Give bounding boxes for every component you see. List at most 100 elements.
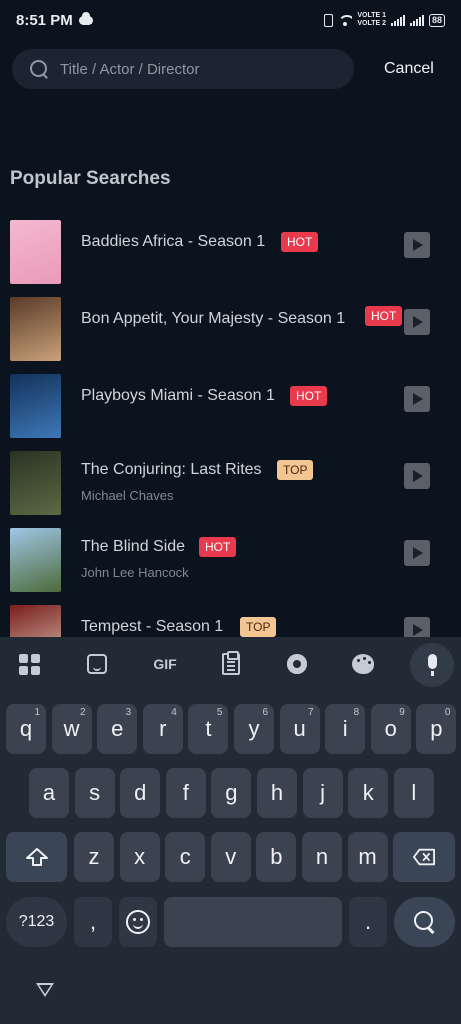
status-time: 8:51 PM	[16, 11, 73, 29]
key-j[interactable]: j	[302, 768, 343, 818]
key-number-hint: 8	[353, 707, 360, 718]
gif-button[interactable]: GIF	[150, 651, 180, 677]
shift-icon	[25, 848, 48, 866]
sticker-icon[interactable]	[84, 651, 110, 677]
key-k[interactable]: k	[348, 768, 389, 818]
key-o[interactable]: o9	[370, 704, 411, 754]
volte-indicator: VOLTE 1 VOLTE 2	[357, 12, 386, 28]
search-input[interactable]	[60, 60, 330, 78]
key-label: w	[63, 716, 80, 741]
status-indicators: VOLTE 1 VOLTE 2 88	[324, 12, 445, 28]
emoji-key[interactable]	[119, 897, 157, 947]
item-director: John Lee Hancock	[81, 565, 189, 580]
key-label: t	[205, 716, 212, 741]
key-u[interactable]: u7	[279, 704, 320, 754]
vibrate-icon	[324, 13, 334, 27]
key-w[interactable]: w2	[51, 704, 92, 754]
key-label: j	[320, 780, 326, 805]
palette-icon[interactable]	[350, 651, 376, 677]
keyboard-toolbar: GIF	[0, 637, 461, 693]
poster-image	[10, 220, 61, 284]
mic-button[interactable]	[410, 643, 454, 687]
key-number-hint: 4	[171, 707, 177, 718]
key-b[interactable]: b	[256, 832, 297, 882]
wifi-icon	[338, 15, 352, 26]
key-e[interactable]: e3	[97, 704, 138, 754]
gear-icon[interactable]	[284, 651, 310, 677]
key-label: d	[134, 780, 147, 805]
item-title: Tempest - Season 1	[81, 618, 224, 635]
top-badge: TOP	[240, 617, 277, 637]
play-button[interactable]	[404, 463, 430, 489]
key-label: s	[89, 780, 101, 805]
poster-image	[10, 297, 61, 361]
period-key[interactable]: .	[349, 897, 387, 947]
key-label: b	[270, 844, 283, 869]
signal-icon-2	[409, 14, 424, 26]
key-p[interactable]: p0	[416, 704, 457, 754]
key-x[interactable]: x	[119, 832, 160, 882]
cancel-button[interactable]: Cancel	[384, 60, 434, 78]
key-r[interactable]: r4	[142, 704, 183, 754]
hot-badge: HOT	[281, 232, 319, 252]
symbols-key[interactable]: ?123	[6, 897, 67, 947]
key-g[interactable]: g	[211, 768, 252, 818]
backspace-key[interactable]	[393, 832, 455, 882]
key-y[interactable]: y6	[234, 704, 274, 754]
key-label: n	[315, 844, 329, 869]
key-t[interactable]: t5	[188, 704, 229, 754]
key-label: p	[430, 716, 443, 741]
key-label: c	[179, 844, 191, 869]
list-item[interactable]: Baddies Africa - Season 1 HOT	[0, 220, 461, 297]
key-d[interactable]: d	[120, 768, 161, 818]
list-item[interactable]: The Conjuring: Last Rites Michael Chaves…	[0, 451, 461, 528]
key-label: a	[42, 780, 56, 805]
key-label: m	[358, 844, 377, 869]
search-box[interactable]	[12, 49, 354, 89]
list-item[interactable]: Tempest - Season 1 TOP	[0, 605, 461, 637]
key-label: o	[384, 716, 397, 741]
list-item[interactable]: Bon Appetit, Your Majesty - Season 1 HOT	[0, 297, 461, 374]
search-key[interactable]	[394, 897, 455, 947]
key-label: e	[111, 716, 124, 741]
key-h[interactable]: h	[257, 768, 297, 818]
nav-back-icon[interactable]	[36, 983, 54, 997]
search-icon	[30, 60, 48, 78]
key-label: g	[225, 780, 238, 805]
comma-key[interactable]: ,	[74, 897, 112, 947]
list-item[interactable]: The Blind Side John Lee Hancock HOT	[0, 528, 461, 605]
play-button[interactable]	[404, 232, 430, 258]
key-q[interactable]: q1	[6, 704, 46, 754]
backspace-icon	[413, 848, 435, 866]
item-title: The Blind Side	[81, 538, 186, 555]
key-number-hint: 2	[80, 707, 86, 718]
keyboard: GIF q1w2e3r4t5y6u7i8o9p0asdfghjklzxcvbnm…	[0, 637, 461, 1024]
space-key[interactable]	[164, 897, 342, 947]
key-f[interactable]: f	[165, 768, 206, 818]
poster-image	[10, 605, 61, 637]
key-s[interactable]: s	[74, 768, 115, 818]
search-row: Cancel	[12, 48, 452, 90]
key-a[interactable]: a	[29, 768, 69, 818]
play-button[interactable]	[404, 309, 430, 335]
clipboard-icon[interactable]	[218, 651, 244, 677]
key-label: x	[134, 844, 146, 869]
key-n[interactable]: n	[302, 832, 342, 882]
shift-key[interactable]	[6, 832, 67, 882]
list-item[interactable]: Playboys Miami - Season 1 HOT	[0, 374, 461, 451]
poster-image	[10, 528, 61, 592]
popular-searches-title: Popular Searches	[10, 168, 171, 189]
key-c[interactable]: c	[165, 832, 206, 882]
apps-icon[interactable]	[16, 651, 42, 677]
key-l[interactable]: l	[393, 768, 434, 818]
key-m[interactable]: m	[347, 832, 388, 882]
play-button[interactable]	[404, 386, 430, 412]
key-label: r	[159, 716, 167, 741]
key-i[interactable]: i8	[325, 704, 366, 754]
item-title: The Conjuring: Last Rites	[81, 461, 262, 478]
key-label: i	[342, 716, 348, 741]
key-z[interactable]: z	[74, 832, 114, 882]
play-button[interactable]	[404, 617, 430, 637]
key-v[interactable]: v	[210, 832, 251, 882]
play-button[interactable]	[404, 540, 430, 566]
